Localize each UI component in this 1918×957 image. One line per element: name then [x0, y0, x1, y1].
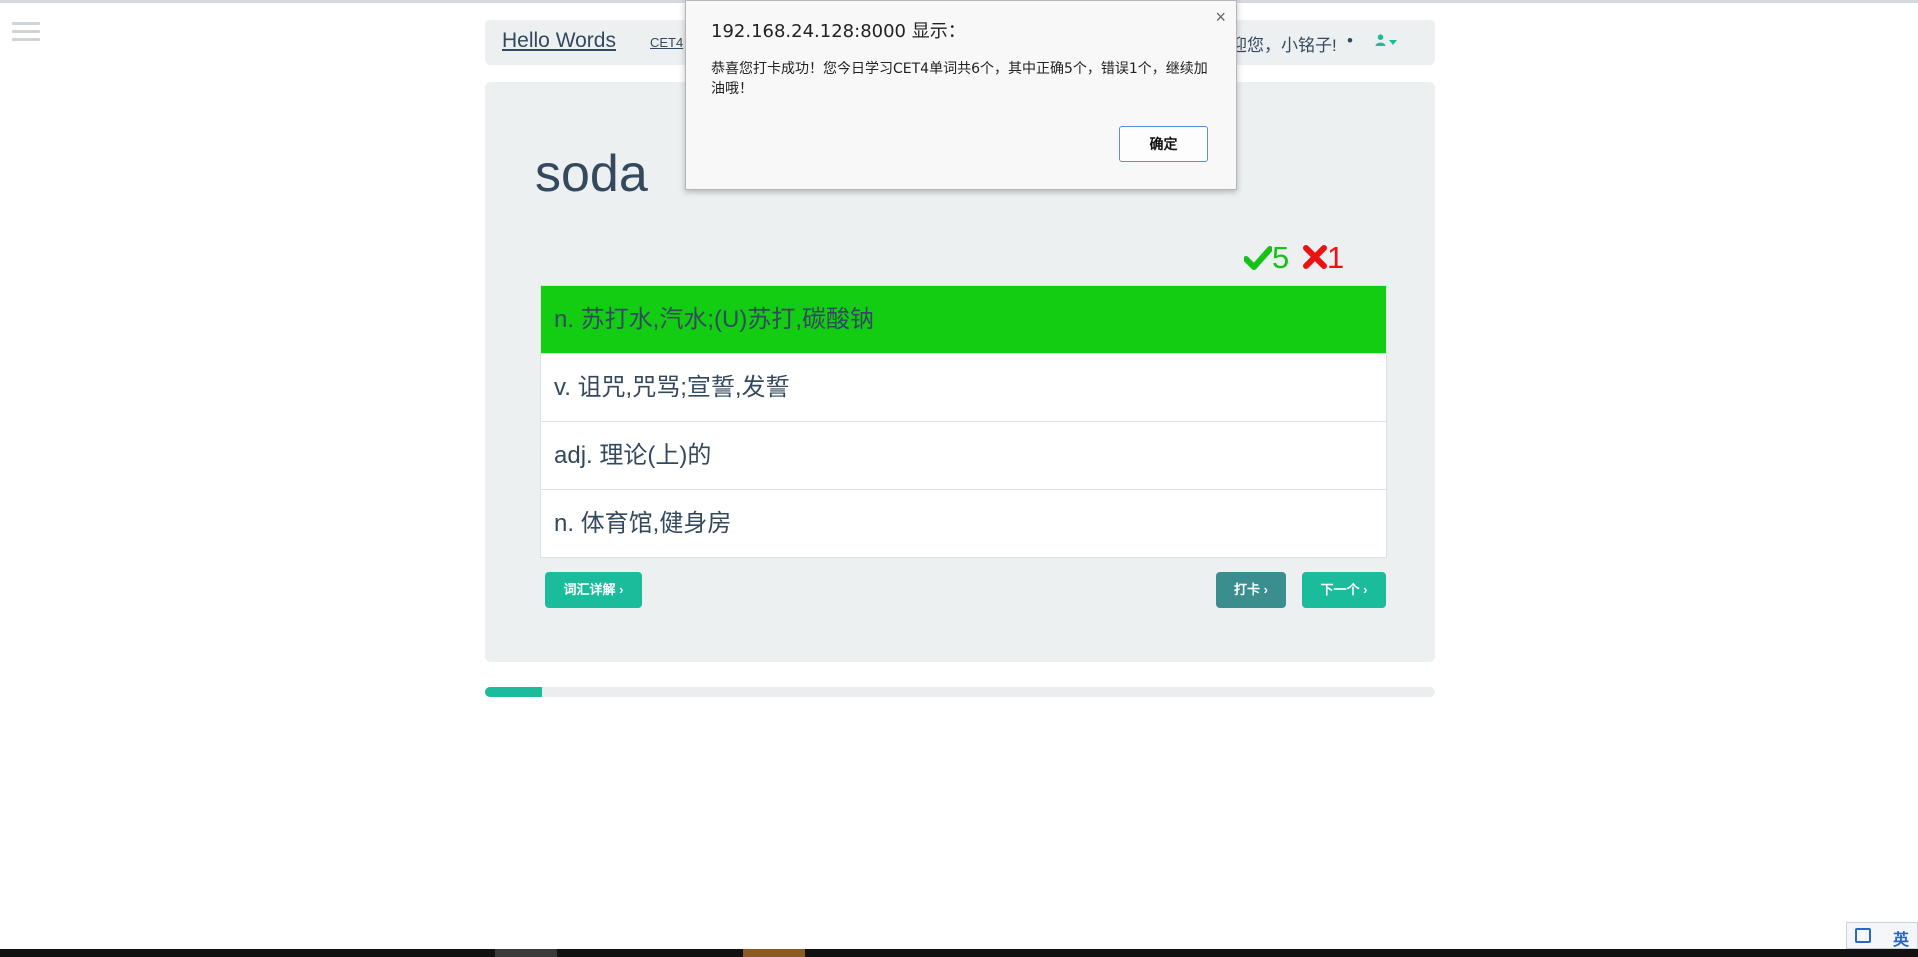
cross-icon: [1303, 245, 1327, 269]
dialog-message: 恭喜您打卡成功！您今日学习CET4单词共6个，其中正确5个，错误1个，继续加油哦…: [711, 61, 1208, 97]
separator-dot: •: [1347, 31, 1353, 50]
wrong-score: 1: [1303, 240, 1344, 276]
option-item[interactable]: adj. 理论(上)的: [541, 421, 1386, 489]
next-word-button[interactable]: 下一个 ›: [1302, 572, 1386, 608]
ime-icon: [1855, 928, 1871, 943]
correct-score: 5: [1243, 240, 1290, 276]
ime-indicator[interactable]: 英: [1846, 922, 1918, 949]
welcome-text: 迎您，小铭子!: [1230, 36, 1337, 55]
wrong-count: 1: [1327, 240, 1345, 275]
progress-fill: [485, 687, 542, 697]
taskbar: [0, 949, 1918, 957]
current-word: soda: [535, 145, 648, 203]
option-item[interactable]: n. 体育馆,健身房: [541, 489, 1386, 557]
check-in-button[interactable]: 打卡 ›: [1216, 572, 1286, 608]
correct-count: 5: [1272, 240, 1290, 275]
alert-dialog: 192.168.24.128:8000 显示： × 恭喜您打卡成功！您今日学习C…: [685, 0, 1237, 190]
ok-button[interactable]: 确定: [1119, 126, 1208, 162]
brand-link[interactable]: Hello Words: [502, 29, 616, 53]
word-detail-button[interactable]: 词汇详解 ›: [545, 572, 642, 608]
ime-language-label: 英: [1893, 932, 1910, 949]
taskbar-item[interactable]: [743, 949, 805, 957]
taskbar-item[interactable]: [495, 949, 557, 957]
menu-toggle-icon[interactable]: [12, 22, 40, 44]
option-item[interactable]: v. 诅咒,咒骂;宣誓,发誓: [541, 353, 1386, 421]
nav-link-cet4[interactable]: CET4: [650, 35, 683, 50]
close-icon[interactable]: ×: [1215, 7, 1226, 28]
chevron-down-icon: [1389, 39, 1397, 45]
option-item[interactable]: n. 苏打水,汽水;(U)苏打,碳酸钠: [541, 286, 1386, 353]
options-list: n. 苏打水,汽水;(U)苏打,碳酸钠 v. 诅咒,咒骂;宣誓,发誓 adj. …: [540, 285, 1387, 558]
user-dropdown[interactable]: [1375, 33, 1397, 49]
user-icon: [1375, 34, 1386, 46]
study-progress-bar: [485, 687, 1435, 697]
dialog-title: 192.168.24.128:8000 显示：: [711, 21, 966, 42]
check-icon: [1243, 246, 1273, 270]
